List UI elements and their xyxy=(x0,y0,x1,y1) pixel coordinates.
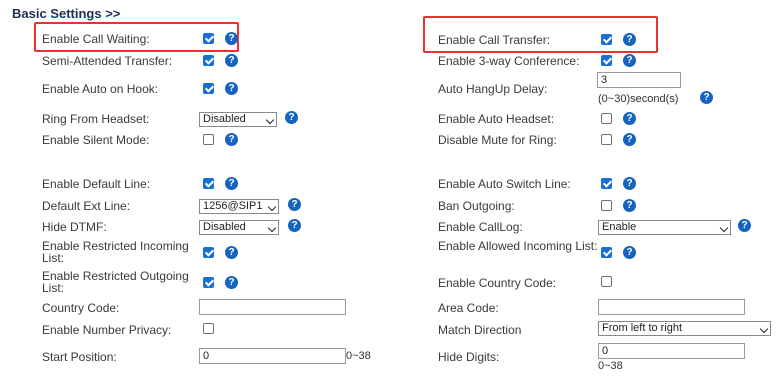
match-direction-label: Match Direction xyxy=(438,323,522,337)
auto-switch-checkbox[interactable] xyxy=(601,178,612,189)
help-icon[interactable]: ? xyxy=(700,91,713,104)
help-icon[interactable]: ? xyxy=(225,82,238,95)
help-icon[interactable]: ? xyxy=(623,133,636,146)
allowed-incoming-label: Enable Allowed Incoming List: xyxy=(438,239,598,253)
hide-dtmf-value: Disabled xyxy=(203,221,246,233)
three-way-checkbox[interactable] xyxy=(601,55,612,66)
help-icon[interactable]: ? xyxy=(623,112,636,125)
help-icon[interactable]: ? xyxy=(225,177,238,190)
mute-ring-checkbox[interactable] xyxy=(601,134,612,145)
help-icon[interactable]: ? xyxy=(623,199,636,212)
calllog-value: Enable xyxy=(602,221,637,233)
default-ext-select[interactable]: 1256@SIP1 xyxy=(199,199,279,214)
help-icon[interactable]: ? xyxy=(225,54,238,67)
hide-dtmf-label: Hide DTMF: xyxy=(42,220,107,234)
ring-headset-value: Disabled xyxy=(203,113,246,125)
silent-mode-checkbox[interactable] xyxy=(203,134,214,145)
help-icon[interactable]: ? xyxy=(225,276,238,289)
ring-headset-label: Ring From Headset: xyxy=(42,112,150,126)
section-title: Basic Settings >> xyxy=(12,6,121,21)
call-waiting-label: Enable Call Waiting: xyxy=(42,32,150,46)
help-icon[interactable]: ? xyxy=(288,219,301,232)
chevron-down-icon xyxy=(267,202,277,212)
area-code-label: Area Code: xyxy=(438,301,499,315)
allowed-incoming-checkbox[interactable] xyxy=(601,247,612,258)
country-code-label: Country Code: xyxy=(42,301,120,315)
ban-outgoing-label: Ban Outgoing: xyxy=(438,199,515,213)
default-line-label: Enable Default Line: xyxy=(42,177,151,191)
restricted-outgoing-checkbox[interactable] xyxy=(203,277,214,288)
mute-ring-label: Disable Mute for Ring: xyxy=(438,133,557,147)
semi-attended-label: Semi-Attended Transfer: xyxy=(42,54,173,68)
number-privacy-checkbox[interactable] xyxy=(203,323,214,334)
silent-mode-label: Enable Silent Mode: xyxy=(42,133,150,147)
call-waiting-checkbox[interactable] xyxy=(203,33,214,44)
help-icon[interactable]: ? xyxy=(285,111,298,124)
ban-outgoing-checkbox[interactable] xyxy=(601,200,612,211)
hide-digits-label: Hide Digits: xyxy=(438,350,500,364)
help-icon[interactable]: ? xyxy=(738,219,751,232)
auto-on-hook-label: Enable Auto on Hook: xyxy=(42,82,159,96)
restricted-incoming-checkbox[interactable] xyxy=(203,247,214,258)
hide-dtmf-select[interactable]: Disabled xyxy=(199,220,279,235)
three-way-label: Enable 3-way Conference: xyxy=(438,54,580,68)
hide-digits-range: 0~38 xyxy=(598,360,623,372)
auto-hangup-range: (0~30)second(s) xyxy=(598,93,679,105)
auto-hangup-input[interactable]: 3 xyxy=(597,72,681,88)
call-transfer-label: Enable Call Transfer: xyxy=(438,33,551,47)
help-icon[interactable]: ? xyxy=(225,246,238,259)
help-icon[interactable]: ? xyxy=(623,177,636,190)
semi-attended-checkbox[interactable] xyxy=(203,55,214,66)
call-transfer-checkbox[interactable] xyxy=(601,34,612,45)
help-icon[interactable]: ? xyxy=(623,33,636,46)
help-icon[interactable]: ? xyxy=(288,198,301,211)
match-direction-value: From left to right xyxy=(602,322,683,334)
default-ext-value: 1256@SIP1 xyxy=(203,200,263,212)
auto-headset-label: Enable Auto Headset: xyxy=(438,112,555,126)
start-position-label: Start Position: xyxy=(42,350,117,364)
restricted-incoming-label: Enable Restricted Incoming List: xyxy=(42,239,189,265)
default-ext-label: Default Ext Line: xyxy=(42,199,131,213)
ring-headset-select[interactable]: Disabled xyxy=(199,112,277,127)
help-icon[interactable]: ? xyxy=(623,246,636,259)
hide-digits-input[interactable]: 0 xyxy=(598,343,745,359)
chevron-down-icon xyxy=(265,115,275,125)
auto-headset-checkbox[interactable] xyxy=(601,113,612,124)
auto-hangup-label: Auto HangUp Delay: xyxy=(438,82,548,96)
chevron-down-icon xyxy=(267,223,277,233)
number-privacy-label: Enable Number Privacy: xyxy=(42,323,172,337)
area-code-input[interactable] xyxy=(598,299,745,315)
calllog-select[interactable]: Enable xyxy=(598,220,731,235)
start-position-input[interactable]: 0 xyxy=(199,348,346,364)
country-code-enable-label: Enable Country Code: xyxy=(438,276,557,290)
auto-switch-label: Enable Auto Switch Line: xyxy=(438,177,571,191)
help-icon[interactable]: ? xyxy=(225,32,238,45)
default-line-checkbox[interactable] xyxy=(203,178,214,189)
help-icon[interactable]: ? xyxy=(623,54,636,67)
chevron-down-icon xyxy=(759,324,769,334)
match-direction-select[interactable]: From left to right xyxy=(598,321,771,336)
chevron-down-icon xyxy=(719,223,729,233)
start-position-range: 0~38 xyxy=(346,350,371,362)
country-code-enable-checkbox[interactable] xyxy=(601,276,612,287)
auto-on-hook-checkbox[interactable] xyxy=(203,83,214,94)
calllog-label: Enable CallLog: xyxy=(438,220,523,234)
restricted-outgoing-label: Enable Restricted Outgoing List: xyxy=(42,269,189,295)
country-code-input[interactable] xyxy=(199,299,346,315)
help-icon[interactable]: ? xyxy=(225,133,238,146)
